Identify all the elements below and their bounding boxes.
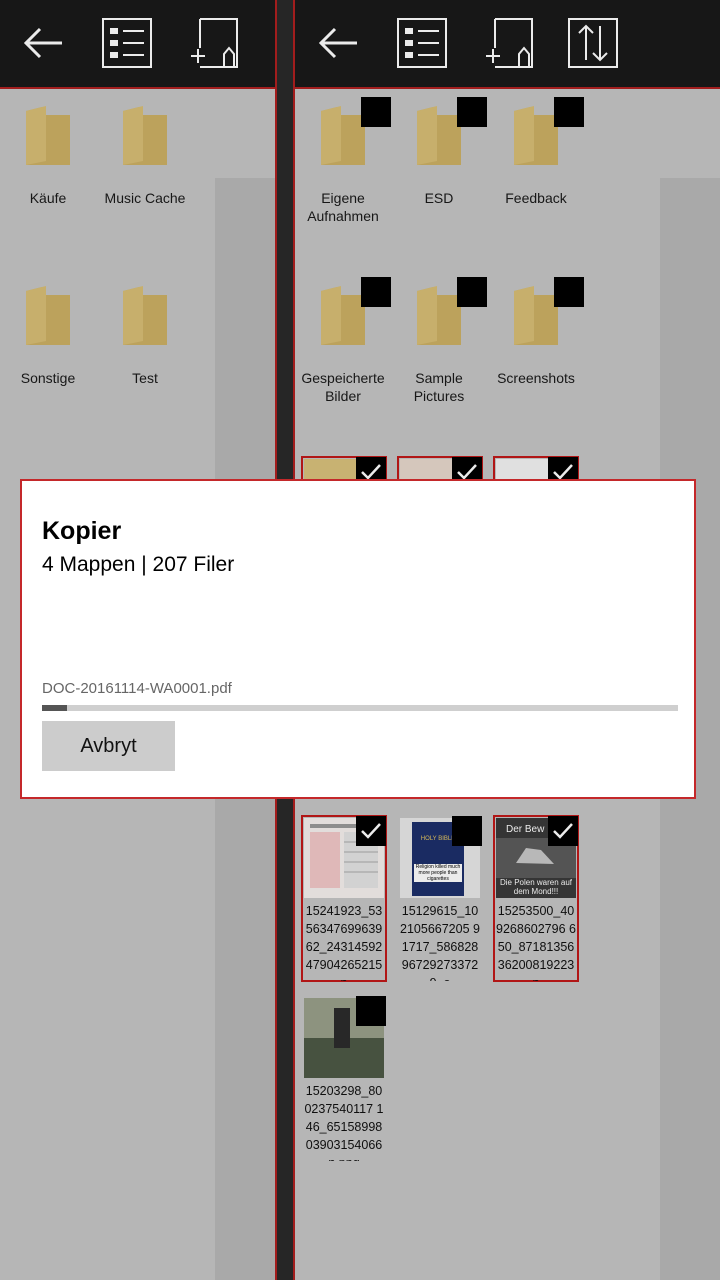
dialog-summary: 4 Mappen | 207 Filer	[42, 553, 235, 576]
copy-progress-bar	[42, 705, 678, 711]
copy-progress-fill	[42, 705, 68, 711]
current-file-name: DOC-20161114-WA0001.pdf	[42, 680, 232, 697]
copy-dialog: Kopier 4 Mappen | 207 Filer DOC-20161114…	[20, 479, 696, 799]
cancel-button[interactable]: Avbryt	[42, 721, 175, 771]
dialog-title: Kopier	[42, 517, 122, 545]
